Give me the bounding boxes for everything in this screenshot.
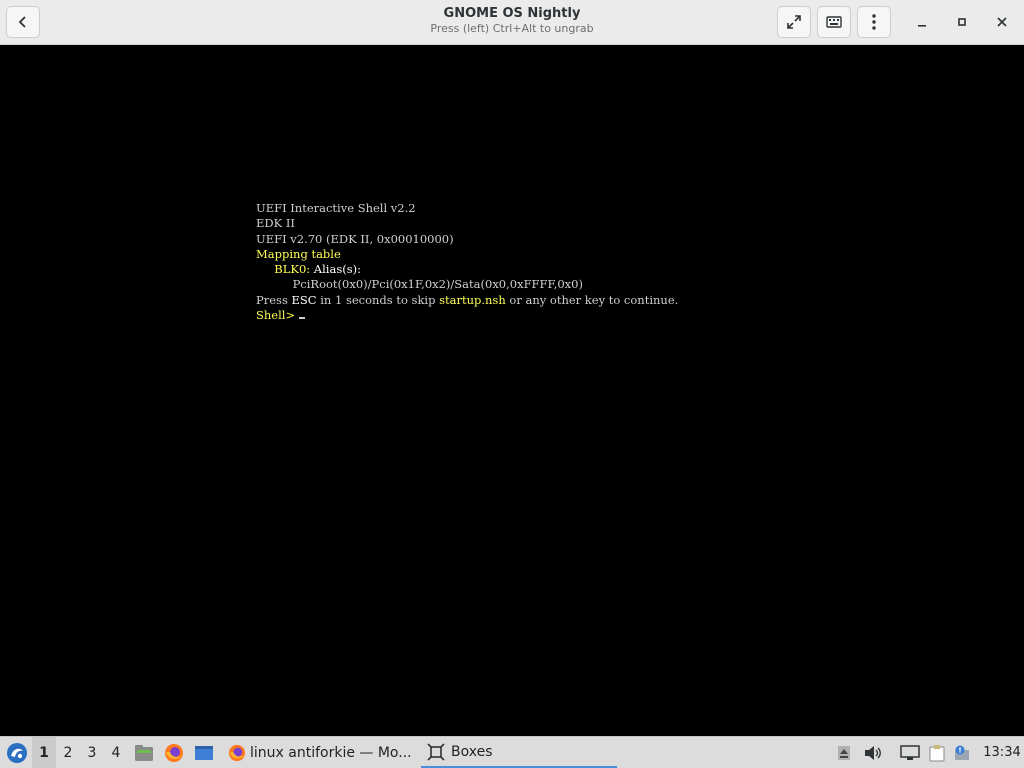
console-line-shell-version: UEFI Interactive Shell v2.2 [256, 201, 416, 215]
console-line-edk: EDK II [256, 216, 295, 231]
notification-icon [955, 745, 969, 760]
firefox-icon [228, 744, 246, 761]
console-device-path: PciRoot(0x0)/Pci(0x1F,0x2)/Sata(0x0,0xFF… [292, 277, 583, 292]
workspace-1[interactable]: 1 [32, 737, 56, 768]
keyboard-button[interactable] [817, 6, 851, 38]
console-press-text: Press [256, 292, 292, 307]
volume-control[interactable] [862, 737, 884, 768]
eject-icon [838, 745, 850, 760]
console-line-uefi-version: UEFI v2.70 (EDK II, 0x00010000) [256, 231, 454, 246]
console-device-name: BLK0: [274, 262, 311, 277]
minimize-button[interactable] [910, 10, 934, 34]
console-skip-text: in 1 seconds to skip [316, 292, 440, 307]
clock[interactable]: 13:34 [982, 737, 1022, 768]
title-box: GNOME OS Nightly Press (left) Ctrl+Alt t… [312, 6, 712, 36]
fullscreen-icon [787, 15, 801, 29]
workspace-4[interactable]: 4 [104, 737, 128, 768]
notification-indicator[interactable] [952, 737, 972, 768]
clipboard-indicator[interactable] [926, 737, 948, 768]
network-indicator[interactable] [898, 737, 922, 768]
task-boxes[interactable]: Boxes [421, 737, 617, 768]
chevron-left-icon [18, 16, 26, 28]
task-label: linux antiforkie — Mo... [250, 744, 412, 761]
back-button[interactable] [6, 6, 40, 38]
file-manager-icon [135, 744, 153, 761]
desktop-launcher[interactable] [192, 737, 216, 768]
window-subtitle: Press (left) Ctrl+Alt to ungrab [430, 22, 594, 35]
maximize-icon [958, 18, 966, 26]
headerbar: GNOME OS Nightly Press (left) Ctrl+Alt t… [0, 0, 1024, 45]
volume-icon [865, 745, 881, 760]
keyboard-icon [826, 16, 842, 28]
console-continue-text: or any other key to continue. [505, 292, 679, 307]
network-wired-icon [900, 744, 920, 760]
shell-prompt: Shell> [256, 308, 296, 323]
console-esc-key: ESC [291, 292, 317, 307]
window-title: GNOME OS Nightly [443, 6, 581, 21]
text-cursor [298, 317, 305, 320]
workspace-2[interactable]: 2 [56, 737, 80, 768]
app-menu-button[interactable] [2, 737, 32, 768]
menu-button[interactable] [857, 6, 891, 38]
firefox-icon [165, 743, 183, 762]
firefox-launcher[interactable] [162, 737, 186, 768]
close-button[interactable] [990, 10, 1014, 34]
maximize-button[interactable] [950, 10, 974, 34]
files-launcher[interactable] [132, 737, 156, 768]
console-alias-label: Alias(s): [310, 262, 361, 277]
fullscreen-button[interactable] [777, 6, 811, 38]
boxes-icon [427, 742, 445, 761]
close-icon [997, 17, 1007, 27]
vm-console[interactable]: UEFI Interactive Shell v2.2 EDK II UEFI … [0, 46, 1024, 736]
console-startup-file: startup.nsh [439, 292, 506, 307]
taskbar: 1 2 3 4 linux antiforkie — Mo... Boxes 1… [0, 736, 1024, 768]
clipboard-icon [929, 744, 945, 761]
distro-logo-icon [7, 742, 27, 763]
task-terminal[interactable]: linux antiforkie — Mo... [222, 737, 418, 768]
show-desktop-icon [195, 745, 213, 760]
vertical-dots-icon [872, 14, 876, 30]
task-label: Boxes [451, 743, 493, 760]
tray-up-arrow[interactable] [834, 737, 854, 768]
uefi-shell-output: UEFI Interactive Shell v2.2 EDK II UEFI … [256, 201, 678, 323]
console-line-mapping-table: Mapping table [256, 246, 341, 261]
minimize-icon [918, 25, 926, 27]
workspace-3[interactable]: 3 [80, 737, 104, 768]
